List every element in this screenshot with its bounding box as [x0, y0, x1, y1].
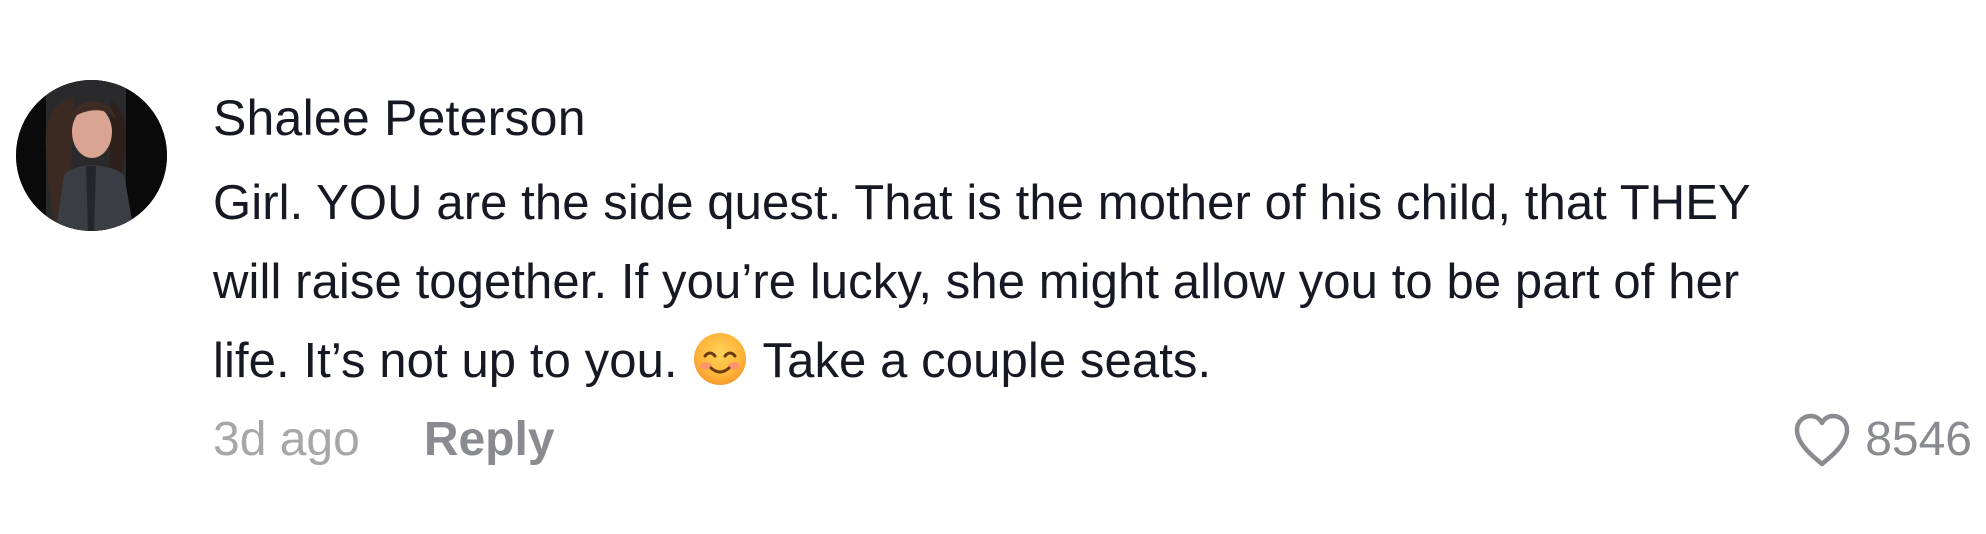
heart-outline-icon[interactable] [1791, 411, 1853, 469]
comment-timestamp: 3d ago [213, 413, 360, 466]
comment-meta: 3d ago Reply [213, 410, 555, 470]
reply-button[interactable]: Reply [424, 410, 555, 470]
comment-text-segment: Take a couple seats. [762, 334, 1212, 388]
comment-text-line-last: life. It’s not up to you. Take a couple … [213, 322, 1973, 401]
avatar-photo [16, 80, 167, 231]
comment-item: Shalee Peterson Girl. YOU are the side q… [0, 0, 1986, 534]
avatar[interactable] [16, 80, 167, 231]
comment-text: Girl. YOU are the side quest. That is th… [213, 164, 1973, 401]
comment-text-line: will raise together. If you’re lucky, sh… [213, 255, 1740, 309]
like-button[interactable]: 8546 [1791, 410, 1972, 470]
comment-text-segment: life. It’s not up to you. [213, 334, 678, 388]
comment-author[interactable]: Shalee Peterson [213, 88, 586, 148]
smiling-face-with-smiling-eyes-icon [692, 331, 748, 387]
like-count: 8546 [1865, 413, 1972, 466]
comment-text-line: Girl. YOU are the side quest. That is th… [213, 176, 1751, 230]
